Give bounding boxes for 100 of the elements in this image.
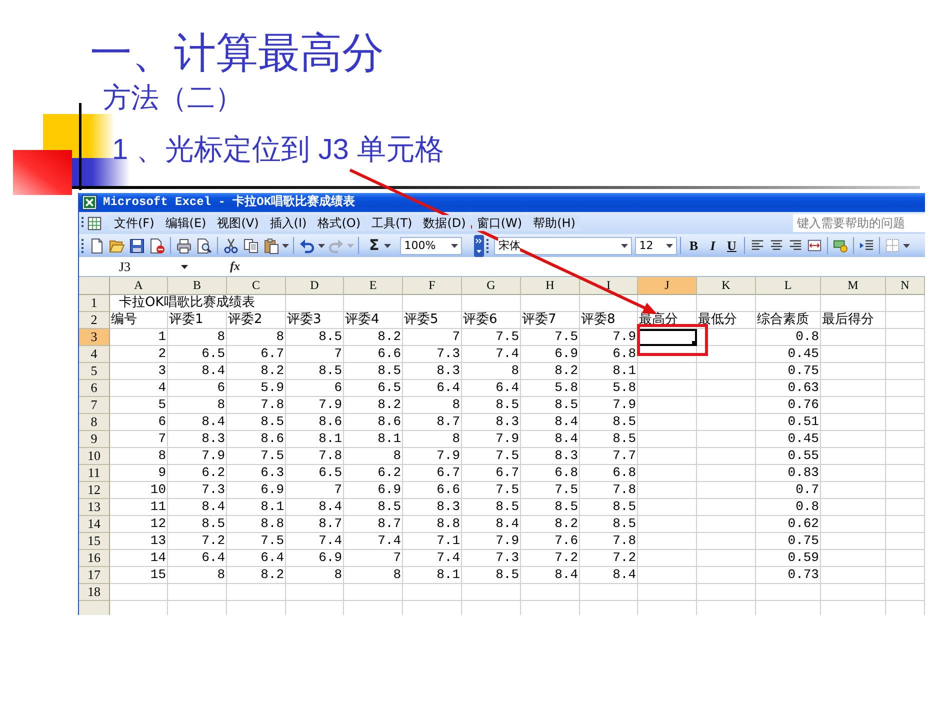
zoom-combo[interactable]: 100% [400,236,462,254]
merge-center-icon[interactable] [807,238,822,253]
table-cell-text: 7.2 [554,550,579,567]
indent-icon[interactable] [859,238,874,253]
font-name-combo[interactable]: 宋体 [494,236,632,254]
caret-icon[interactable] [181,264,188,268]
column-header[interactable]: E [344,277,403,295]
document-magnifier-icon[interactable] [196,238,212,254]
active-cell[interactable] [638,329,697,346]
row-header[interactable]: 5 [79,363,110,380]
row-header[interactable]: 14 [79,516,110,533]
column-header[interactable]: L [756,277,821,295]
font-size-combo[interactable]: 12 [635,236,678,254]
row-header[interactable]: 6 [79,380,110,397]
undo-icon[interactable] [299,238,315,254]
menu-item[interactable]: 数据(D) [418,215,471,231]
money-icon[interactable] [833,238,848,253]
row-header[interactable]: 1 [79,295,110,312]
align-center-icon[interactable] [769,238,784,253]
bold-button[interactable]: B [684,236,704,254]
table-cell-text: 7 [157,431,167,448]
column-header[interactable]: B [168,277,227,295]
row-header[interactable]: 8 [79,414,110,431]
row-header[interactable]: 17 [79,567,110,584]
column-header[interactable]: D [286,277,344,295]
caret-icon[interactable] [384,244,392,248]
sheet-icon[interactable] [87,216,102,230]
menu-item[interactable]: 窗口(W) [472,215,528,231]
italic-button[interactable]: I [703,236,722,254]
table-cell-text: 0.8 [794,329,820,346]
table-cell-text: 8.2 [376,397,402,414]
table-cell-text: 6.2 [376,465,402,482]
insert-function-button[interactable]: fx [227,259,243,274]
printer-icon[interactable] [176,238,192,254]
menu-item[interactable]: 帮助(H) [528,215,580,231]
row-header[interactable]: 9 [79,431,110,448]
table-cell-text: 0.73 [786,567,820,584]
caret-icon[interactable] [621,244,628,248]
document-badge-icon[interactable] [149,238,165,254]
row-header[interactable]: 15 [79,533,110,550]
table-cell-text: 6 [333,380,343,397]
table-cell-text: 8.3 [200,431,226,448]
column-header[interactable]: K [697,277,756,295]
column-header[interactable]: H [521,277,580,295]
column-header[interactable]: N [886,277,925,295]
table-cell-text: 8.3 [494,414,520,431]
table-cell-text: 7.9 [612,329,637,346]
toolbar-grip-icon[interactable] [81,238,84,254]
menu-item[interactable]: 格式(O) [312,215,366,231]
table-cell-text: 0.8 [794,499,820,516]
column-header[interactable]: J [638,277,697,295]
toolbar-grip-icon[interactable] [486,238,490,254]
menu-item[interactable]: 文件(F) [109,215,160,231]
column-header[interactable]: M [821,277,886,295]
table-cell-text: 7 [392,550,402,567]
table-cell-text: 5.9 [260,380,285,397]
copy-icon[interactable] [243,238,259,254]
caret-icon[interactable] [451,244,458,248]
toolbar-options-icon[interactable] [474,234,484,256]
table-cell-text: 8.1 [260,499,285,516]
header-cell-text: 评委6 [462,312,498,329]
row-header[interactable]: 16 [79,550,110,567]
caret-icon[interactable] [666,244,674,248]
column-header[interactable]: F [403,277,462,295]
row-header[interactable]: 10 [79,448,110,465]
row-header[interactable]: 13 [79,499,110,516]
row-header[interactable]: 18 [79,584,110,601]
menu-item[interactable]: 插入(I) [264,215,312,231]
table-cell-text: 6.9 [318,550,343,567]
align-left-icon[interactable] [750,238,766,253]
row-header[interactable]: 7 [79,397,110,414]
table-cell-text: 7.4 [376,533,402,550]
new-document-icon[interactable] [89,238,105,254]
help-question-field[interactable]: 键入需要帮助的问题 [793,214,925,232]
scissors-icon[interactable] [223,238,239,254]
sum-button[interactable]: Σ [367,237,382,254]
underline-button[interactable]: U [722,236,742,254]
menu-item[interactable]: 工具(T) [366,215,418,231]
align-right-icon[interactable] [788,238,804,253]
row-header[interactable]: 2 [79,312,110,329]
caret-icon[interactable] [318,244,325,248]
clipboard-icon[interactable] [263,238,279,254]
row-header[interactable]: 11 [79,465,110,482]
borders-icon[interactable] [885,238,900,253]
menu-item[interactable]: 视图(V) [212,215,264,231]
table-cell-text: 6.5 [318,465,343,482]
row-header[interactable]: 12 [79,482,110,499]
column-header[interactable]: A [110,277,168,295]
row-header[interactable]: 4 [79,346,110,363]
table-cell-text: 6.9 [260,482,285,499]
caret-icon[interactable] [903,244,910,248]
row-header[interactable]: 3 [79,329,110,346]
caret-icon[interactable] [282,244,289,248]
open-folder-icon[interactable] [109,238,125,254]
table-cell-text: 0.75 [786,363,820,380]
table-cell-text: 7.4 [494,346,520,363]
menu-item[interactable]: 编辑(E) [160,215,212,231]
table-cell-text: 8 [333,567,343,584]
column-header[interactable]: C [227,277,286,295]
column-header[interactable]: G [462,277,521,295]
